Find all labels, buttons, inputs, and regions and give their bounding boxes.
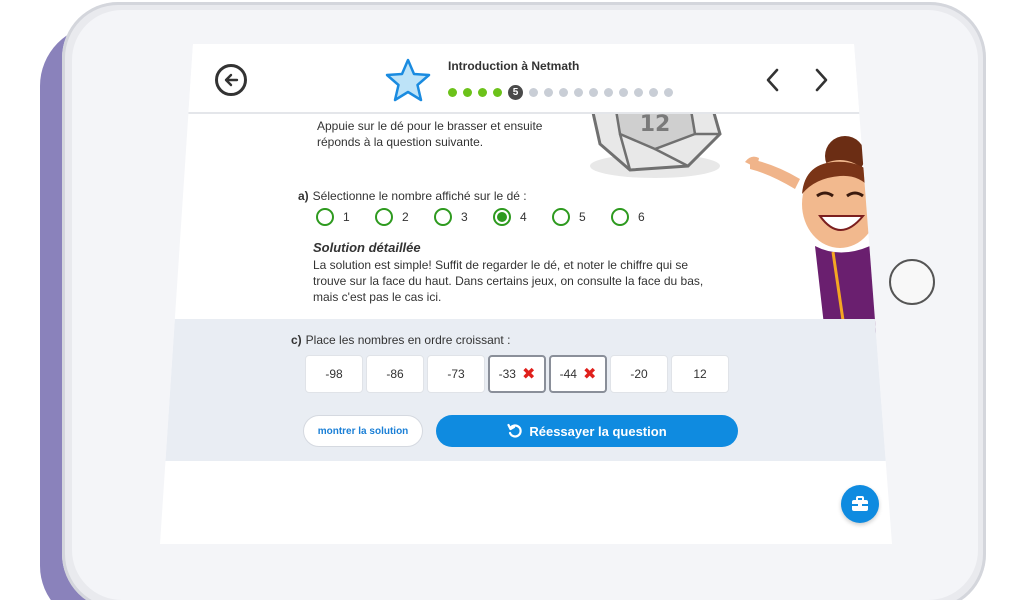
ordering-panel: c) Place les nombres en ordre croissant :… xyxy=(160,319,892,461)
option-2[interactable]: 2 xyxy=(375,208,434,226)
option-5[interactable]: 5 xyxy=(552,208,611,226)
number-tile[interactable]: -20 xyxy=(610,355,668,393)
progress-dot-pending xyxy=(544,88,553,97)
chevron-right-icon[interactable] xyxy=(810,67,832,93)
question-a-letter: a) xyxy=(298,189,309,203)
radio-button[interactable] xyxy=(493,208,511,226)
toolbox-icon xyxy=(852,496,868,511)
intro-text: Appuie sur le dé pour le brasser et ensu… xyxy=(317,119,543,149)
option-4[interactable]: 4 xyxy=(493,208,552,226)
radio-button[interactable] xyxy=(552,208,570,226)
question-a: a) Sélectionne le nombre affiché sur le d… xyxy=(298,189,527,203)
progress-dot-pending xyxy=(604,88,613,97)
radio-button[interactable] xyxy=(434,208,452,226)
question-a-text: Sélectionne le nombre affiché sur le dé … xyxy=(312,189,527,203)
answer-options: 1 2 3 4 5 6 xyxy=(316,208,670,226)
toolbox-button[interactable] xyxy=(841,485,879,523)
option-3[interactable]: 3 xyxy=(434,208,493,226)
number-tile[interactable]: -98 xyxy=(305,355,363,393)
die-face-number: 12 xyxy=(640,112,671,137)
option-1[interactable]: 1 xyxy=(316,208,375,226)
lesson-title: Introduction à Netmath xyxy=(448,59,580,73)
chevron-left-icon[interactable] xyxy=(762,67,784,93)
progress-dot-pending xyxy=(664,88,673,97)
number-tile[interactable]: -73 xyxy=(427,355,485,393)
option-label: 2 xyxy=(402,210,409,224)
option-label: 3 xyxy=(461,210,468,224)
progress-dot-done xyxy=(448,88,457,97)
star-icon xyxy=(385,58,431,102)
tile-value: -33 xyxy=(498,367,516,381)
progress-dot-done xyxy=(478,88,487,97)
number-tiles: -98 -86 -73 -33 ✖ -44 ✖ -20 12 xyxy=(305,355,732,393)
tile-value: 12 xyxy=(693,367,707,381)
progress-dot-pending xyxy=(649,88,658,97)
number-tile[interactable]: -33 ✖ xyxy=(488,355,546,393)
option-label: 1 xyxy=(343,210,350,224)
show-solution-button[interactable]: montrer la solution xyxy=(303,415,423,447)
progress-dot-pending xyxy=(619,88,628,97)
tile-value: -73 xyxy=(447,367,465,381)
solution-text: La solution est simple! Suffit de regard… xyxy=(313,258,704,304)
tile-value: -86 xyxy=(386,367,404,381)
option-label: 5 xyxy=(579,210,586,224)
radio-button[interactable] xyxy=(375,208,393,226)
header-bar: Introduction à Netmath 5 xyxy=(160,44,892,114)
tablet-home-button xyxy=(889,259,935,305)
option-6[interactable]: 6 xyxy=(611,208,670,226)
radio-button[interactable] xyxy=(316,208,334,226)
back-arrow-icon xyxy=(224,73,239,87)
number-tile[interactable]: -86 xyxy=(366,355,424,393)
tile-value: -44 xyxy=(559,367,577,381)
progress-dot-pending xyxy=(634,88,643,97)
progress-dot-pending xyxy=(559,88,568,97)
radio-button[interactable] xyxy=(611,208,629,226)
x-mark-icon: ✖ xyxy=(521,366,536,383)
question-c-text: Place les nombres en ordre croissant : xyxy=(305,333,511,347)
progress-dot-pending xyxy=(529,88,538,97)
back-button[interactable] xyxy=(215,64,247,96)
retry-button[interactable]: Réessayer la question xyxy=(436,415,738,447)
progress-dot-current: 5 xyxy=(508,85,523,100)
question-c: c) Place les nombres en ordre croissant : xyxy=(291,333,510,347)
number-tile[interactable]: -44 ✖ xyxy=(549,355,607,393)
progress-dot-done xyxy=(463,88,472,97)
x-mark-icon: ✖ xyxy=(582,366,597,383)
app-screen: Introduction à Netmath 5 Appuie sur le d… xyxy=(160,44,892,544)
progress-dot-pending xyxy=(574,88,583,97)
solution-title: Solution détaillée xyxy=(313,240,421,255)
tile-value: -98 xyxy=(325,367,343,381)
die-image[interactable]: 12 xyxy=(570,104,730,184)
retry-button-label: Réessayer la question xyxy=(529,423,667,439)
progress-dot-done xyxy=(493,88,502,97)
tile-value: -20 xyxy=(630,367,648,381)
option-label: 4 xyxy=(520,210,527,224)
exercise-content: Appuie sur le dé pour le brasser et ensu… xyxy=(160,104,892,544)
progress-dot-pending xyxy=(589,88,598,97)
progress-dots: 5 xyxy=(448,85,679,100)
question-c-letter: c) xyxy=(291,333,302,347)
number-tile[interactable]: 12 xyxy=(671,355,729,393)
option-label: 6 xyxy=(638,210,645,224)
retry-icon xyxy=(507,423,523,438)
